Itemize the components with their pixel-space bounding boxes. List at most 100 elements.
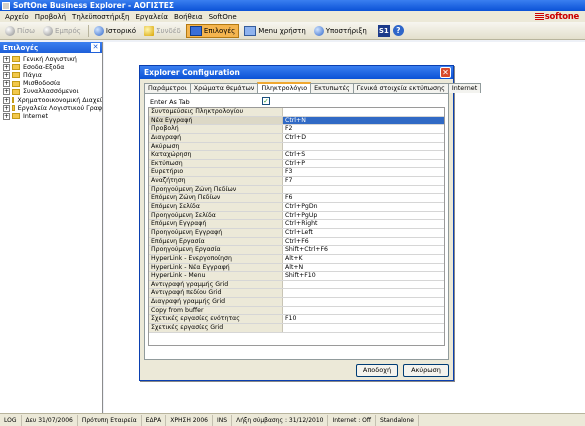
close-icon[interactable]: ✕ — [440, 67, 451, 78]
tab-keyboard[interactable]: Πληκτρολόγιο — [257, 82, 312, 93]
shortcut-row[interactable]: Νέα Εγγραφή Ctrl+N — [149, 116, 444, 126]
shortcut-key-field[interactable] — [283, 289, 444, 297]
expand-icon[interactable]: + — [3, 112, 10, 120]
shortcut-row[interactable]: Προηγούμενη Εργασία Shift+Ctrl+F6 — [149, 246, 444, 255]
expand-icon[interactable]: + — [3, 63, 10, 71]
s1-icon[interactable]: S1 — [377, 24, 390, 37]
shortcut-row[interactable]: Διαγραφή γραμμής Grid — [149, 298, 444, 307]
menu-help[interactable]: Βοήθεια — [171, 13, 206, 21]
shortcut-row[interactable]: Προβολή F2 — [149, 125, 444, 134]
menu-tools[interactable]: Εργαλεία — [132, 13, 171, 21]
tree-item-general-ledger[interactable]: + Γενική Λογιστική — [3, 55, 102, 63]
shortcut-row[interactable]: Ευρετήριο F3 — [149, 168, 444, 178]
menu-file[interactable]: Αρχείο — [2, 13, 32, 21]
enter-as-tab-checkbox[interactable]: ✓ — [262, 97, 270, 105]
shortcut-row[interactable]: Διαγραφή Ctrl+D — [149, 133, 444, 143]
shortcut-row[interactable]: Προηγούμενη Ζώνη Πεδίων — [149, 185, 444, 195]
shortcut-key-field[interactable]: Shift+F10 — [283, 272, 444, 280]
shortcut-key-field[interactable] — [283, 298, 444, 306]
shortcut-row[interactable]: Προηγούμενη Εγγραφή Ctrl+Left — [149, 228, 444, 238]
shortcut-row[interactable]: Εκτύπωση Ctrl+P — [149, 159, 444, 169]
shortcut-key-field[interactable]: Ctrl+S — [283, 151, 444, 159]
accept-button[interactable]: Αποδοχή — [356, 364, 398, 377]
tree-item-internet[interactable]: + Internet — [3, 112, 102, 120]
tab-theme-colors[interactable]: Χρώματα θεμάτων — [189, 83, 259, 93]
help-icon[interactable]: ? — [392, 25, 404, 36]
shortcut-key-field[interactable] — [283, 307, 444, 315]
shortcut-action: Επόμενη Εργασία — [149, 237, 283, 246]
menu-softone[interactable]: SoftOne — [206, 13, 240, 21]
tab-general-print-settings[interactable]: Γενικά στοιχεία εκτύπωσης — [352, 83, 449, 93]
shortcut-row[interactable]: Ακύρωση — [149, 142, 444, 152]
support-button[interactable]: Υποστήριξη — [311, 24, 370, 38]
shortcut-row[interactable]: Επόμενη Ζώνη Πεδίων F6 — [149, 194, 444, 204]
tree-item-payroll[interactable]: + Μισθοδοσία — [3, 80, 102, 88]
shortcut-row[interactable]: HyperLink - Menu Shift+F10 — [149, 272, 444, 281]
shortcut-key-field[interactable]: F10 — [283, 315, 444, 323]
shortcut-key-field[interactable]: Ctrl+Left — [283, 229, 444, 237]
shortcut-key-field[interactable]: Alt+N — [283, 264, 444, 272]
shortcut-key-field[interactable] — [283, 324, 444, 332]
tree-item-traders[interactable]: + Συναλλασσόμενοι — [3, 88, 102, 96]
shortcut-key-field[interactable] — [283, 143, 444, 151]
tree-item-accounting-tools[interactable]: + Εργαλεία Λογιστικού Γραφ — [3, 104, 102, 112]
shortcut-key-field[interactable]: Ctrl+P — [283, 160, 444, 168]
options-button[interactable]: Επιλογές — [185, 23, 240, 38]
shortcut-row[interactable]: Copy from buffer — [149, 306, 444, 316]
shortcut-key-field[interactable]: Ctrl+PgUp — [283, 212, 444, 220]
close-icon[interactable]: ✕ — [91, 43, 100, 52]
shortcut-row[interactable]: Επόμενη Εργασία Ctrl+F6 — [149, 237, 444, 247]
shortcut-key-field[interactable]: Ctrl+Right — [283, 220, 444, 228]
tree-item-financial-management[interactable]: + Χρηματοοικονομική Διαχεί — [3, 96, 102, 104]
shortcut-key-field[interactable]: Alt+K — [283, 255, 444, 263]
tab-printers[interactable]: Εκτυπωτές — [310, 83, 354, 93]
shortcut-row[interactable]: HyperLink - Ενεργοποίηση Alt+K — [149, 254, 444, 264]
shortcut-row[interactable]: Προηγούμενη Σελίδα Ctrl+PgUp — [149, 211, 444, 221]
tree-item-fixed-assets[interactable]: + Πάγια — [3, 71, 102, 79]
forward-arrow-icon — [42, 25, 53, 36]
shortcut-row[interactable]: HyperLink - Νέα Εγγραφή Alt+N — [149, 263, 444, 273]
shortcut-row[interactable]: Σχετικές εργασίες ενότητας F10 — [149, 315, 444, 325]
menu-remote-support[interactable]: Τηλεϋποστήριξη — [69, 13, 132, 21]
expand-icon[interactable]: + — [3, 55, 10, 63]
shortcut-key-field[interactable]: Ctrl+PgDn — [283, 203, 444, 211]
grid-header-row: Συντομεύσεις Πληκτρολογίου — [149, 108, 444, 117]
shortcut-row[interactable]: Επόμενη Σελίδα Ctrl+PgDn — [149, 203, 444, 212]
shortcut-row[interactable]: Αναζήτηση F7 — [149, 177, 444, 186]
back-button[interactable]: Πίσω — [2, 24, 38, 38]
expand-icon[interactable]: + — [3, 96, 10, 104]
shortcut-row[interactable]: Αντιγραφή πεδίου Grid — [149, 289, 444, 299]
forward-button[interactable]: Εμπρός — [40, 24, 84, 38]
shortcut-key-field[interactable] — [283, 281, 444, 289]
expand-icon[interactable]: + — [3, 80, 10, 88]
menu-view[interactable]: Προβολή — [32, 13, 69, 21]
user-menu-button[interactable]: Menu χρήστη — [241, 24, 308, 38]
menu-bar: Αρχείο Προβολή Τηλεϋποστήριξη Εργαλεία Β… — [0, 11, 585, 22]
grid-header-empty — [283, 108, 444, 116]
shortcut-key-field[interactable]: F2 — [283, 125, 444, 133]
cancel-button[interactable]: Ακύρωση — [403, 364, 449, 377]
shortcut-key-field[interactable]: F7 — [283, 177, 444, 185]
shortcut-row[interactable]: Αντιγραφή γραμμής Grid — [149, 280, 444, 290]
favorites-button[interactable]: Συνδέδ — [141, 24, 184, 38]
folder-icon — [12, 72, 20, 79]
shortcut-row[interactable]: Καταχώρηση Ctrl+S — [149, 151, 444, 160]
tab-parameters[interactable]: Παράμετροι — [144, 83, 191, 93]
expand-icon[interactable]: + — [3, 104, 10, 112]
shortcut-key-field[interactable]: Ctrl+D — [283, 134, 444, 142]
shortcut-key-field[interactable]: Ctrl+F6 — [283, 238, 444, 246]
shortcut-row[interactable]: Σχετικές εργασίες Grid — [149, 324, 444, 333]
tree-item-income-expenses[interactable]: + Εσοδα-Εξοδα — [3, 63, 102, 71]
shortcut-key-field[interactable]: F6 — [283, 194, 444, 202]
expand-icon[interactable]: + — [3, 88, 10, 96]
expand-icon[interactable]: + — [3, 71, 10, 79]
shortcut-action: Διαγραφή — [149, 133, 283, 142]
history-button[interactable]: Ιστορικό — [91, 24, 139, 38]
shortcut-action: Ακύρωση — [149, 142, 283, 151]
shortcut-key-field[interactable]: Shift+Ctrl+F6 — [283, 246, 444, 254]
tab-internet[interactable]: Internet — [447, 83, 482, 93]
shortcut-key-field[interactable]: Ctrl+N — [283, 116, 444, 125]
shortcut-key-field[interactable] — [283, 186, 444, 194]
shortcut-key-field[interactable]: F3 — [283, 168, 444, 176]
shortcut-row[interactable]: Επόμενη Εγγραφή Ctrl+Right — [149, 220, 444, 229]
